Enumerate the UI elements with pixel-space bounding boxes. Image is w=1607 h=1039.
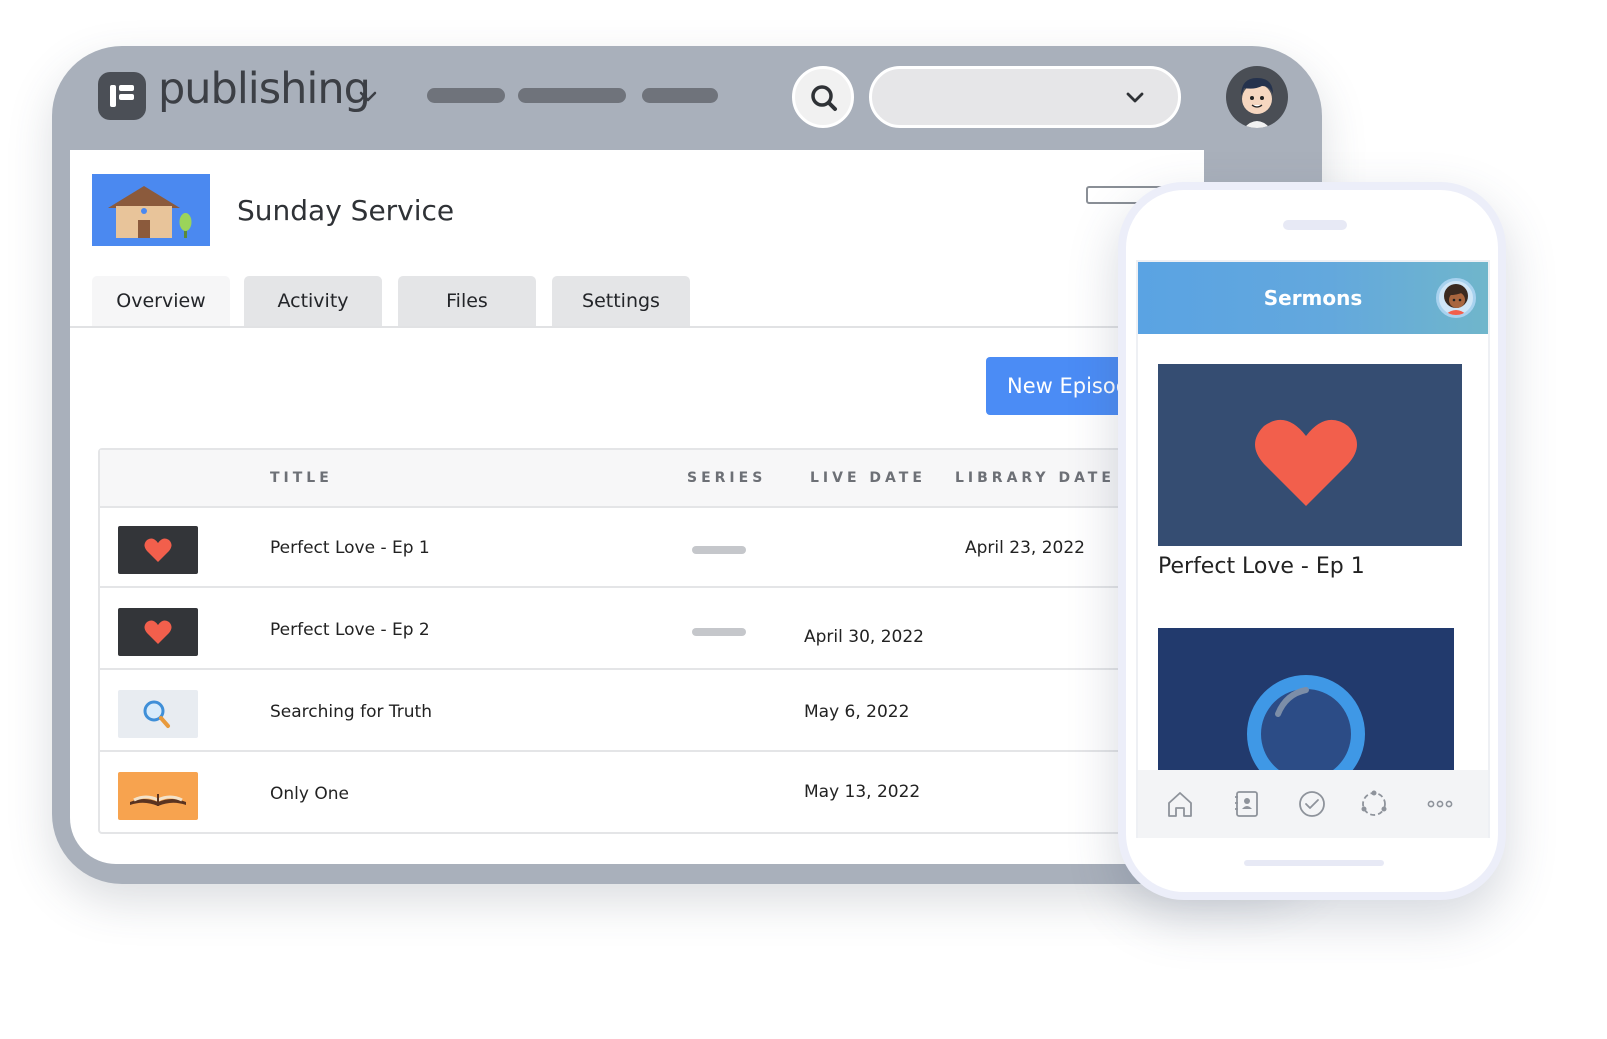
mobile-avatar[interactable] bbox=[1436, 278, 1476, 318]
tab-activity[interactable]: Activity bbox=[244, 276, 382, 326]
show-artwork bbox=[92, 174, 210, 246]
episode-title[interactable]: Only One bbox=[270, 784, 349, 804]
episode-title[interactable]: Perfect Love - Ep 1 bbox=[270, 538, 430, 558]
phone-mockup: Sermons Perfect Love - Ep 1 bbox=[1118, 182, 1506, 900]
org-select[interactable] bbox=[869, 66, 1181, 128]
magnifier-icon bbox=[118, 690, 198, 738]
tab-files[interactable]: Files bbox=[398, 276, 536, 326]
nav-placeholder-1[interactable] bbox=[427, 88, 505, 103]
home-indicator bbox=[1244, 860, 1384, 866]
user-avatar[interactable] bbox=[1226, 66, 1288, 128]
phone-screen: Sermons Perfect Love - Ep 1 bbox=[1136, 260, 1490, 838]
more-icon[interactable] bbox=[1422, 786, 1458, 822]
search-button[interactable] bbox=[792, 66, 854, 128]
table-row[interactable]: Perfect Love - Ep 2 April 30, 2022 bbox=[100, 590, 1196, 670]
column-header-library-date[interactable]: LIBRARY DATE bbox=[955, 470, 1115, 486]
table-header: TITLE SERIES LIVE DATE LIBRARY DATE bbox=[100, 450, 1196, 508]
column-header-live-date[interactable]: LIVE DATE bbox=[810, 470, 926, 486]
heart-icon bbox=[118, 608, 198, 656]
table-row[interactable]: Only One May 13, 2022 bbox=[100, 754, 1196, 834]
column-header-series[interactable]: SERIES bbox=[687, 470, 766, 486]
contacts-icon[interactable] bbox=[1228, 786, 1264, 822]
live-date: April 30, 2022 bbox=[804, 627, 924, 647]
top-bar: publishing bbox=[52, 46, 1322, 150]
nav-placeholder-3[interactable] bbox=[642, 88, 718, 103]
episode-card-title[interactable]: Perfect Love - Ep 1 bbox=[1158, 554, 1365, 579]
marketing-stage: publishing Sunday Service Overview Activ… bbox=[0, 0, 1607, 1039]
check-circle-icon[interactable] bbox=[1294, 786, 1330, 822]
app-logo-icon[interactable] bbox=[98, 72, 146, 120]
open-book-icon bbox=[118, 772, 198, 820]
episodes-table: TITLE SERIES LIVE DATE LIBRARY DATE Perf… bbox=[98, 448, 1198, 834]
episode-card-artwork-2[interactable] bbox=[1158, 628, 1454, 774]
tab-settings[interactable]: Settings bbox=[552, 276, 690, 326]
tab-overview[interactable]: Overview bbox=[92, 276, 230, 326]
nav-placeholder-2[interactable] bbox=[518, 88, 626, 103]
episode-title[interactable]: Searching for Truth bbox=[270, 702, 432, 722]
library-date: April 23, 2022 bbox=[965, 538, 1085, 558]
column-header-title[interactable]: TITLE bbox=[270, 470, 333, 486]
page-title: Sunday Service bbox=[237, 194, 455, 227]
episode-title[interactable]: Perfect Love - Ep 2 bbox=[270, 620, 430, 640]
live-date: May 6, 2022 bbox=[804, 702, 910, 722]
series-placeholder bbox=[692, 628, 746, 636]
series-placeholder bbox=[692, 546, 746, 554]
episode-card-artwork[interactable] bbox=[1158, 364, 1462, 546]
mobile-tab-bar bbox=[1138, 770, 1488, 838]
phone-speaker bbox=[1283, 220, 1347, 230]
app-switcher-label[interactable]: publishing bbox=[158, 64, 371, 114]
main-content: Sunday Service Overview Activity Files S… bbox=[70, 150, 1204, 864]
mobile-header: Sermons bbox=[1138, 262, 1488, 334]
live-date: May 13, 2022 bbox=[804, 782, 921, 802]
chevron-down-icon[interactable] bbox=[358, 86, 378, 106]
table-row[interactable]: Perfect Love - Ep 1 April 23, 2022 bbox=[100, 508, 1196, 588]
table-row[interactable]: Searching for Truth May 6, 2022 bbox=[100, 672, 1196, 752]
home-icon[interactable] bbox=[1162, 786, 1198, 822]
tab-bar: Overview Activity Files Settings bbox=[70, 276, 1204, 328]
magnifier-icon bbox=[1247, 675, 1365, 774]
heart-icon bbox=[1255, 419, 1357, 506]
groups-icon[interactable] bbox=[1356, 786, 1392, 822]
chevron-down-icon bbox=[1126, 92, 1144, 103]
search-icon bbox=[811, 85, 837, 111]
heart-icon bbox=[118, 526, 198, 574]
